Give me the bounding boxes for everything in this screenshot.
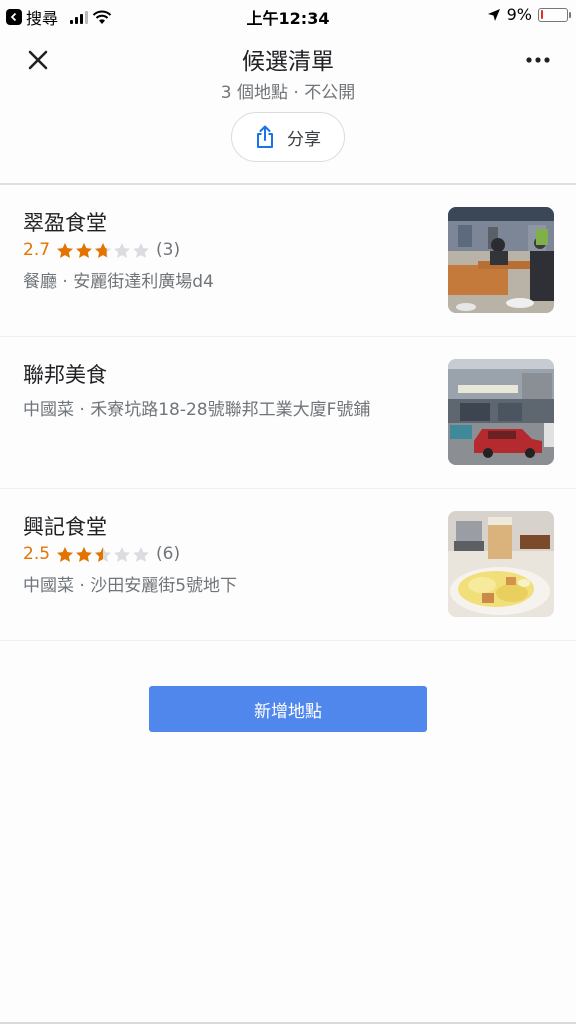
place-photo-food-court[interactable] (448, 207, 554, 313)
share-label: 分享 (287, 129, 321, 150)
add-place-button[interactable]: 新增地點 (149, 686, 427, 732)
review-count: (3) (156, 240, 181, 260)
page-title: 候選清單 (242, 49, 334, 75)
star-icon (114, 242, 130, 258)
battery-percent: 9% (506, 5, 532, 24)
list-item[interactable]: 翠盈食堂 2.7 (3) 餐廳 · 安麗街達利廣場d4 (0, 185, 576, 337)
rating-value: 2.7 (23, 240, 51, 260)
list-item[interactable]: 興記食堂 2.5 (6) 中國菜 · 沙田安麗街5號地下 (0, 489, 576, 641)
place-name: 興記食堂 (23, 515, 107, 539)
star-icon (95, 546, 111, 562)
more-options-button[interactable] (520, 42, 556, 78)
place-name: 聯邦美食 (23, 363, 107, 387)
star-icon (76, 546, 92, 562)
share-icon (257, 125, 273, 148)
star-icon (57, 242, 73, 258)
place-name: 翠盈食堂 (23, 211, 107, 235)
location-arrow-icon (487, 8, 500, 21)
rating-row: 2.5 (6) (23, 544, 180, 564)
rating-row: 2.7 (3) (23, 240, 180, 260)
list-item[interactable]: 聯邦美食 中國菜 · 禾寮坑路18-28號聯邦工業大廈F號鋪 (0, 337, 576, 489)
star-icon (133, 242, 149, 258)
status-right: 9% (487, 5, 571, 24)
battery-level (540, 10, 543, 19)
place-category-address: 中國菜 · 禾寮坑路18-28號聯邦工業大廈F號鋪 (23, 400, 371, 420)
list-header: 候選清單 3 個地點 · 不公開 分享 (0, 30, 576, 184)
star-rating (56, 242, 150, 259)
battery-icon (538, 7, 571, 22)
share-button[interactable]: 分享 (231, 112, 345, 162)
place-photo-street-view[interactable] (448, 359, 554, 465)
list-subtitle: 3 個地點 · 不公開 (220, 83, 356, 103)
star-icon (114, 546, 130, 562)
star-icon (133, 546, 149, 562)
star-icon (57, 546, 73, 562)
review-count: (6) (156, 544, 181, 564)
star-rating (56, 546, 150, 563)
star-icon (95, 242, 111, 258)
status-bar: 搜尋 上午12:34 9% (0, 0, 576, 30)
rating-value: 2.5 (23, 544, 51, 564)
place-photo-dish[interactable] (448, 511, 554, 617)
more-horizontal-icon (526, 57, 550, 63)
star-icon (76, 242, 92, 258)
place-list: 翠盈食堂 2.7 (3) 餐廳 · 安麗街達利廣場d4 聯邦美食 中國菜 · 禾… (0, 185, 576, 641)
place-category-address: 餐廳 · 安麗街達利廣場d4 (23, 272, 214, 292)
place-category-address: 中國菜 · 沙田安麗街5號地下 (23, 576, 238, 596)
